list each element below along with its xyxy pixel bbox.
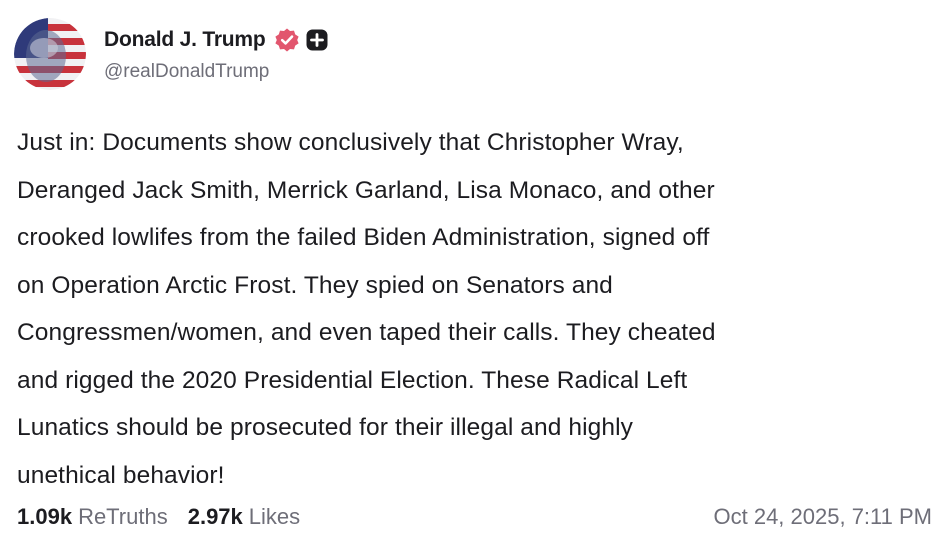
- retruths-stat[interactable]: 1.09k ReTruths: [17, 504, 168, 530]
- author-display-name[interactable]: Donald J. Trump: [104, 28, 266, 52]
- post-timestamp[interactable]: Oct 24, 2025, 7:11 PM: [714, 504, 933, 530]
- author-identity: Donald J. Trump @realDonaldTrump: [104, 24, 329, 83]
- retruths-count: 1.09k: [17, 504, 73, 529]
- retruths-label: ReTruths: [78, 504, 168, 529]
- verified-badge-icon: [274, 27, 300, 53]
- post-stats: 1.09k ReTruths 2.97k Likes: [17, 504, 300, 530]
- plus-badge-icon: [305, 28, 329, 52]
- author-handle[interactable]: @realDonaldTrump: [104, 61, 329, 83]
- likes-count: 2.97k: [187, 504, 243, 529]
- avatar-image: [14, 18, 86, 90]
- avatar[interactable]: [14, 18, 86, 90]
- post-card: Donald J. Trump @realDonaldTrump Just in…: [0, 0, 950, 550]
- likes-stat[interactable]: 2.97k Likes: [188, 504, 300, 530]
- likes-label: Likes: [248, 504, 301, 529]
- post-body-text: Just in: Documents show conclusively tha…: [17, 129, 716, 489]
- author-name-row: Donald J. Trump: [104, 24, 329, 56]
